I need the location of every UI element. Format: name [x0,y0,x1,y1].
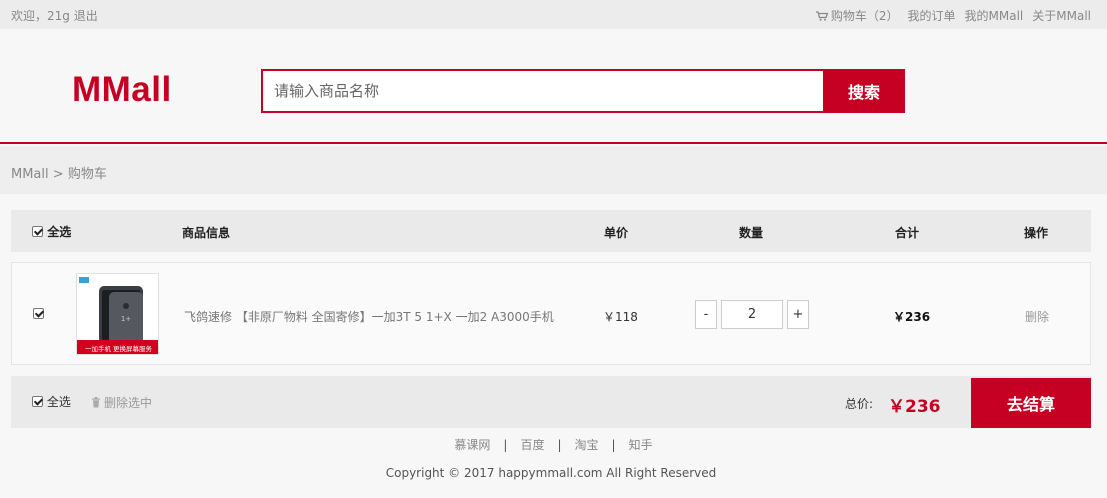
delete-selected-label: 删除选中 [104,396,153,410]
header: MMall 搜索 [0,29,1107,144]
search-box [261,69,824,113]
breadcrumb-home[interactable]: MMall [11,167,49,182]
select-all-label: 全选 [47,225,72,239]
select-all-checkbox[interactable] [32,226,43,237]
select-all-header[interactable]: 全选 [32,223,71,240]
header-subtotal: 合计 [895,226,920,240]
header-action: 操作 [1024,226,1049,240]
product-image[interactable]: 1+ 一加手机 更换屏幕服务 [76,273,159,355]
footer-select-all-checkbox[interactable] [32,396,43,407]
footer-select-all[interactable]: 全选 [32,393,71,410]
cart-icon [815,11,828,21]
header-info: 商品信息 [182,226,231,240]
total-price-label: 总价: [845,397,874,411]
product-thumbnail: 1+ 一加手机 更换屏幕服务 [77,274,158,354]
header-unit-price: 单价 [604,226,629,240]
quantity-decrease-button[interactable]: - [695,300,717,329]
top-links: 购物车（2） 我的订单 我的MMall 关于MMall [815,7,1091,24]
copyright: Copyright © 2017 happymmall.com All Righ… [385,466,717,480]
svg-text:1+: 1+ [121,315,131,323]
header-quantity: 数量 [739,226,764,240]
logo[interactable]: MMall [72,70,172,110]
cart-link[interactable]: 购物车（2） [815,7,899,24]
cart-table-header: 全选 商品信息 单价 数量 合计 操作 [11,210,1091,252]
footer-link-zhihu[interactable]: 知手 [629,438,653,452]
footer-links: 慕课网 | 百度 | 淘宝 | 知手 [0,436,1107,453]
welcome-text: 欢迎，21g [11,9,70,23]
product-title[interactable]: 飞鸽速修 【非原厂物料 全国寄修】一加3T 5 1+X 一加2 A3000手机 [184,308,554,325]
checkout-button[interactable]: 去结算 [971,378,1091,428]
footer-link-imooc[interactable]: 慕课网 [454,438,490,452]
cart-footer-bar: 全选 删除选中 总价: ￥236 去结算 [11,376,1091,428]
quantity-increase-button[interactable]: + [787,300,809,329]
breadcrumb-current: 购物车 [67,167,107,182]
svg-text:一加手机 更换屏幕服务: 一加手机 更换屏幕服务 [85,344,153,353]
footer-separator: | [611,438,616,452]
item-checkbox[interactable] [33,308,44,319]
search-button[interactable]: 搜索 [823,69,905,113]
footer-link-baidu[interactable]: 百度 [520,438,544,452]
search-input[interactable] [263,71,824,111]
about-link[interactable]: 关于MMall [1032,7,1091,24]
item-checkbox-wrap[interactable] [33,307,44,321]
cart-item-row: 1+ 一加手机 更换屏幕服务 飞鸽速修 【非原厂物料 全国寄修】一加3T 5 1… [11,262,1091,365]
breadcrumb-separator: > [52,167,64,182]
top-nav: 欢迎，21g 退出 购物车（2） 我的订单 我的MMall 关于MMall [0,0,1107,29]
my-mmall-link[interactable]: 我的MMall [965,7,1024,24]
breadcrumb: MMall > 购物车 [0,146,1107,194]
delete-selected-link[interactable]: 删除选中 [91,394,152,411]
quantity-input[interactable]: 2 [721,300,783,329]
cart-link-label: 购物车（2） [830,9,899,23]
footer-select-all-label: 全选 [46,395,71,409]
item-subtotal: ￥236 [893,310,931,324]
footer-separator: | [503,438,508,452]
footer-link-taobao[interactable]: 淘宝 [575,438,599,452]
footer-separator: | [557,438,562,452]
unit-price: ￥118 [603,310,638,324]
total-price-value: ￥236 [888,397,941,417]
logout-link[interactable]: 退出 [74,9,98,23]
welcome-area: 欢迎，21g 退出 [11,7,98,24]
delete-item-link[interactable]: 删除 [1025,308,1049,325]
trash-icon [92,397,100,408]
orders-link[interactable]: 我的订单 [908,7,956,24]
